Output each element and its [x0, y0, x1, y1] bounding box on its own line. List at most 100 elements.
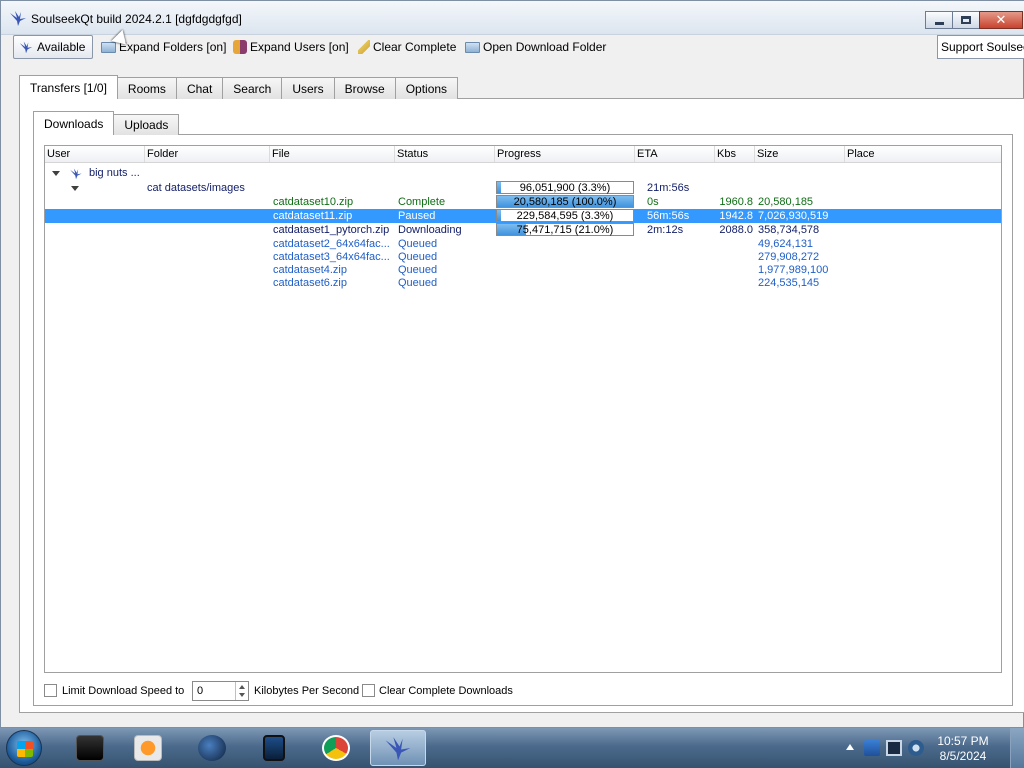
collapse-arrow-icon[interactable] [52, 171, 60, 176]
support-label: Support Soulseek [941, 40, 1024, 54]
file-kbs: 2088.0 [719, 224, 753, 236]
tab-search[interactable]: Search [222, 77, 283, 99]
taskbar-app-tablet[interactable] [246, 730, 302, 766]
file-size: 49,624,131 [758, 238, 814, 250]
table-row[interactable]: catdataset6.zip Queued 224,535,145 [45, 276, 1001, 290]
file-progress-bar: 20,580,185 (100.0%) [496, 195, 634, 208]
tab-downloads[interactable]: Downloads [33, 111, 115, 135]
tab-rooms[interactable]: Rooms [116, 77, 177, 99]
progress-text: 96,051,900 (3.3%) [519, 182, 611, 194]
column-header-place[interactable]: Place [845, 146, 1001, 162]
table-row-selected[interactable]: catdataset11.zip Paused 229,584,595 (3.3… [45, 209, 1001, 223]
file-size: 7,026,930,519 [758, 210, 829, 222]
folder-icon [465, 41, 480, 53]
spin-buttons[interactable] [235, 682, 248, 700]
chrome-icon [322, 735, 350, 761]
open-download-folder-button[interactable]: Open Download Folder [465, 35, 606, 59]
table-row[interactable]: catdataset10.zip Complete 20,580,185 (10… [45, 195, 1001, 209]
title-bar[interactable]: SoulseekQt build 2024.2.1 [dgfdgdgfgd] ✕ [1, 1, 1024, 35]
folder-row[interactable]: cat datasets/images 96,051,900 (3.3%) 21… [45, 181, 1001, 195]
file-name: catdataset6.zip [273, 277, 347, 289]
column-header-kbs[interactable]: Kbs [715, 146, 755, 162]
speed-limit-value: 0 [197, 685, 204, 697]
file-status: Complete [398, 196, 446, 208]
downloads-table[interactable]: User Folder File Status Progress ETA Kbs… [44, 145, 1002, 673]
column-header-status[interactable]: Status [395, 146, 495, 162]
table-row[interactable]: catdataset4.zip Queued 1,977,989,100 [45, 263, 1001, 277]
minimize-icon [934, 21, 944, 25]
tab-browse[interactable]: Browse [333, 77, 396, 99]
file-name: catdataset4.zip [273, 264, 347, 276]
column-header-progress[interactable]: Progress [495, 146, 635, 162]
file-name: catdataset1_pytorch.zip [273, 224, 390, 236]
system-tray: 10:57 PM 8/5/2024 [834, 728, 1024, 768]
file-status: Queued [398, 238, 438, 250]
column-header-user[interactable]: User [45, 146, 145, 162]
units-label: Kilobytes Per Second [254, 685, 360, 697]
file-progress-bar: 229,584,595 (3.3%) [496, 209, 634, 222]
tab-options[interactable]: Options [394, 77, 459, 99]
start-button[interactable] [6, 730, 42, 766]
folder-progress-bar: 96,051,900 (3.3%) [496, 181, 634, 194]
clock-time: 10:57 PM [937, 734, 989, 748]
taskbar-app-soulseek[interactable] [370, 730, 426, 766]
clear-complete-downloads-checkbox[interactable] [362, 684, 375, 697]
limit-speed-checkbox[interactable] [44, 684, 57, 697]
tab-chat[interactable]: Chat [175, 77, 224, 99]
minimize-button[interactable] [925, 11, 953, 29]
user-row[interactable]: big nuts ... [45, 166, 1001, 180]
column-header-file[interactable]: File [270, 146, 395, 162]
maximize-button[interactable] [952, 11, 980, 29]
file-status: Queued [398, 251, 438, 263]
spin-down-icon[interactable] [239, 693, 245, 697]
clock[interactable]: 10:57 PM 8/5/2024 [928, 734, 998, 764]
table-header: User Folder File Status Progress ETA Kbs… [45, 146, 1001, 163]
spin-up-icon[interactable] [239, 685, 245, 689]
show-hidden-icons-icon[interactable] [846, 744, 854, 750]
file-size: 20,580,185 [758, 196, 814, 208]
taskbar-app-browser[interactable] [184, 730, 240, 766]
file-eta: 56m:56s [647, 210, 690, 222]
close-button[interactable]: ✕ [979, 11, 1023, 29]
table-row[interactable]: catdataset2_64x64fac... Queued 49,624,13… [45, 237, 1001, 251]
network-icon[interactable] [886, 740, 902, 756]
file-status: Queued [398, 264, 438, 276]
tab-users[interactable]: Users [281, 77, 335, 99]
taskbar-app-media-player[interactable] [120, 730, 176, 766]
available-label: Available [37, 40, 86, 54]
table-row[interactable]: catdataset1_pytorch.zip Downloading 75,4… [45, 223, 1001, 237]
tab-transfers[interactable]: Transfers [1/0] [19, 75, 118, 99]
file-size: 358,734,578 [758, 224, 820, 236]
expand-users-button[interactable]: Expand Users [on] [233, 35, 349, 59]
clock-date: 8/5/2024 [939, 749, 987, 763]
file-progress-bar: 75,471,715 (21.0%) [496, 223, 634, 236]
media-player-icon [134, 735, 162, 761]
clear-complete-label: Clear Complete [373, 40, 457, 54]
show-desktop-button[interactable] [1010, 728, 1024, 768]
support-soulseek-button[interactable]: Support Soulseek [937, 35, 1024, 59]
file-name: catdataset10.zip [273, 196, 354, 208]
window-controls: ✕ [925, 11, 1023, 29]
download-options-bar: Limit Download Speed to 0 Kilobytes Per … [44, 681, 744, 701]
table-row[interactable]: catdataset3_64x64fac... Queued 279,908,2… [45, 250, 1001, 264]
main-tab-bar: Transfers [1/0] Rooms Chat Search Users … [19, 75, 459, 99]
volume-icon[interactable] [908, 740, 924, 756]
speed-limit-spinbox[interactable]: 0 [192, 681, 249, 701]
available-button[interactable]: Available [13, 35, 93, 59]
tab-uploads[interactable]: Uploads [113, 114, 180, 135]
soulseek-bird-icon [385, 737, 411, 761]
clear-complete-downloads-label: Clear Complete Downloads [379, 685, 513, 697]
action-center-icon[interactable] [864, 740, 880, 756]
close-icon: ✕ [995, 12, 1007, 28]
expand-users-label: Expand Users [on] [250, 40, 349, 54]
taskbar-app-terminal[interactable] [62, 730, 118, 766]
taskbar-app-chrome[interactable] [308, 730, 364, 766]
collapse-arrow-icon[interactable] [71, 186, 79, 191]
column-header-size[interactable]: Size [755, 146, 845, 162]
column-header-eta[interactable]: ETA [635, 146, 715, 162]
open-download-folder-label: Open Download Folder [483, 40, 607, 54]
clear-complete-button[interactable]: Clear Complete [358, 35, 456, 59]
window-title: SoulseekQt build 2024.2.1 [dgfdgdgfgd] [31, 12, 242, 26]
column-header-folder[interactable]: Folder [145, 146, 270, 162]
progress-text: 75,471,715 (21.0%) [516, 224, 614, 236]
